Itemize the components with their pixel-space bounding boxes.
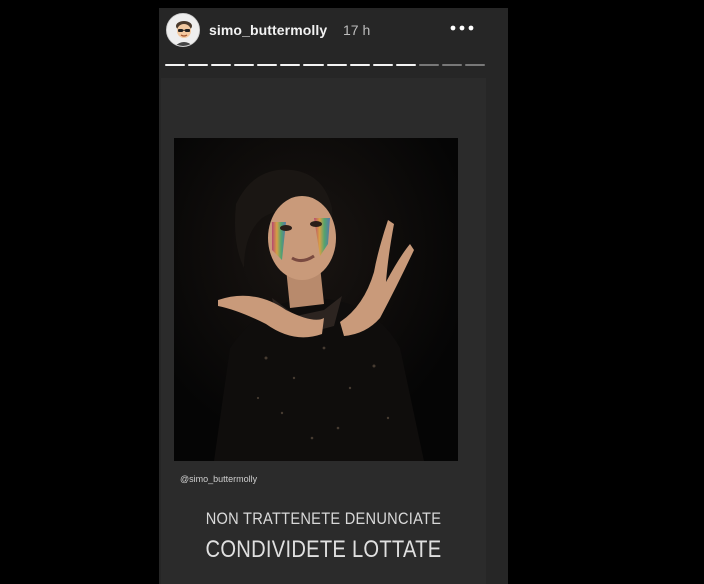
- story-caption-line-2: CONDIVIDETE LOTTATE: [205, 536, 442, 563]
- story-progress-segment: [395, 64, 416, 66]
- story-progress-bar: [165, 64, 486, 67]
- more-horizontal-icon: [450, 25, 474, 31]
- story-progress-segment: [234, 64, 255, 66]
- avatar[interactable]: [166, 13, 200, 47]
- story-viewer[interactable]: simo_buttermolly 17 h @simo_buttermolly …: [159, 8, 508, 584]
- story-progress-segment: [165, 64, 186, 66]
- story-photo: [174, 138, 458, 461]
- story-progress-segment: [372, 64, 393, 66]
- story-progress-segment: [280, 64, 301, 66]
- story-progress-segment: [257, 64, 278, 66]
- more-options-button[interactable]: [446, 16, 478, 40]
- story-progress-segment: [326, 64, 347, 66]
- story-username[interactable]: simo_buttermolly: [209, 22, 327, 38]
- story-progress-segment: [211, 64, 232, 66]
- photo-credit: @simo_buttermolly: [180, 474, 258, 484]
- story-progress-segment: [349, 64, 370, 66]
- story-progress-segment: [303, 64, 324, 66]
- story-progress-segment: [188, 64, 209, 66]
- story-card: @simo_buttermolly NON TRATTENETE DENUNCI…: [161, 78, 486, 584]
- story-caption-line-1: NON TRATTENETE DENUNCIATE: [205, 509, 442, 528]
- story-progress-segment: [418, 64, 439, 66]
- story-progress-segment: [465, 64, 486, 66]
- page: simo_buttermolly 17 h @simo_buttermolly …: [0, 0, 704, 584]
- story-timestamp: 17 h: [343, 22, 371, 38]
- story-header: simo_buttermolly 17 h: [159, 8, 508, 60]
- story-progress-segment: [441, 64, 463, 66]
